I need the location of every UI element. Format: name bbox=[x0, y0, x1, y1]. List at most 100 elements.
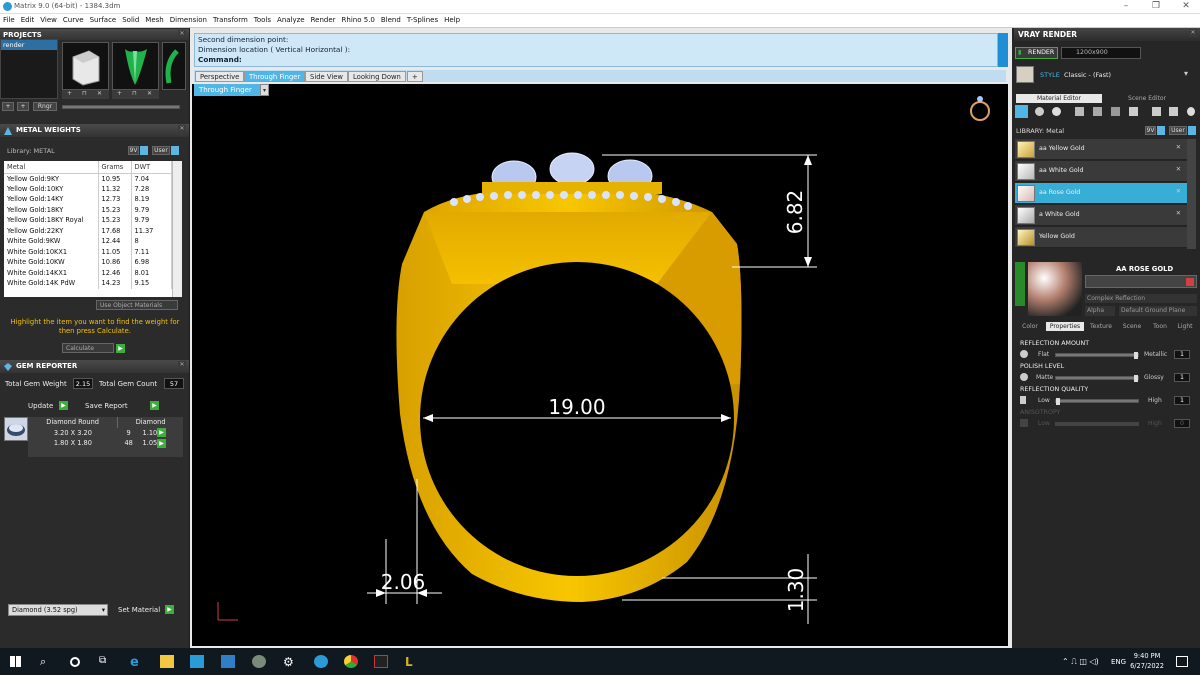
table-row[interactable]: Yellow Gold:10KY 11.32 7.28 bbox=[4, 183, 172, 194]
task-view-icon[interactable]: ⧉ bbox=[99, 655, 113, 668]
reflection-quality-slider[interactable] bbox=[1055, 398, 1139, 405]
menu-blend[interactable]: Blend bbox=[378, 14, 404, 24]
mail-icon[interactable] bbox=[221, 655, 235, 668]
search-icon[interactable]: ⌕ bbox=[40, 655, 54, 668]
info-icon[interactable] bbox=[171, 146, 179, 155]
minimize-icon[interactable]: – bbox=[1118, 1, 1134, 11]
menu-curve[interactable]: Curve bbox=[60, 14, 87, 24]
library-user[interactable]: User bbox=[152, 146, 170, 155]
reset-icon[interactable] bbox=[1186, 278, 1194, 286]
row-play-icon[interactable]: ▶ bbox=[157, 428, 166, 437]
menu-file[interactable]: File bbox=[0, 14, 18, 24]
close-icon[interactable]: ✕ bbox=[1189, 29, 1197, 37]
close-icon[interactable]: ✕ bbox=[1178, 1, 1194, 11]
menu-transform[interactable]: Transform bbox=[210, 14, 251, 24]
style-value[interactable]: Classic - (Fast) bbox=[1064, 71, 1111, 79]
brush-icon[interactable] bbox=[1015, 105, 1028, 118]
project-thumb-1[interactable] bbox=[62, 42, 109, 90]
grid-icon[interactable] bbox=[1093, 107, 1102, 116]
table-row[interactable]: White Gold:14KX1 12.46 8.01 bbox=[4, 267, 172, 278]
col-diamond-round[interactable]: Diamond Round bbox=[28, 417, 119, 428]
table-row[interactable]: Yellow Gold:22KY 17.68 11.37 bbox=[4, 225, 172, 236]
tab-color[interactable]: Color bbox=[1015, 322, 1045, 331]
table-row[interactable]: White Gold:9KW 12.44 8 bbox=[4, 236, 172, 247]
menu-surface[interactable]: Surface bbox=[87, 14, 120, 24]
menu-tools[interactable]: Tools bbox=[251, 14, 274, 24]
resolution-select[interactable]: 1200x900 bbox=[1061, 47, 1141, 59]
save-report-play-icon[interactable]: ▶ bbox=[150, 401, 159, 410]
menu-tsplines[interactable]: T-Splines bbox=[404, 14, 441, 24]
clock-time[interactable]: 9:40 PM bbox=[1130, 652, 1164, 660]
edge-icon[interactable]: e bbox=[130, 655, 144, 670]
command-scrollbar[interactable] bbox=[998, 33, 1008, 67]
texture-icon[interactable] bbox=[1075, 107, 1084, 116]
menu-edit[interactable]: Edit bbox=[18, 14, 38, 24]
command-prompt[interactable]: Command: bbox=[198, 55, 994, 65]
table-row[interactable]: White Gold:10KX1 11.05 7.11 bbox=[4, 246, 172, 257]
file-explorer-icon[interactable] bbox=[160, 655, 174, 668]
project-thumb-2[interactable] bbox=[112, 42, 159, 90]
lock-icon[interactable]: ⊓ bbox=[127, 90, 142, 97]
clock-date[interactable]: 6/27/2022 bbox=[1130, 662, 1164, 670]
play-icon[interactable]: ▶ bbox=[116, 344, 125, 353]
thumb-scrollbar[interactable] bbox=[62, 105, 180, 109]
render-button[interactable]: ▮ RENDER bbox=[1015, 47, 1058, 59]
info-icon[interactable] bbox=[1188, 126, 1196, 135]
chevron-down-icon[interactable]: ▾ bbox=[1184, 69, 1188, 78]
material-select[interactable]: Diamond (3.52 spg) ▾ bbox=[8, 604, 108, 616]
command-box[interactable]: Second dimension point: Dimension locati… bbox=[194, 33, 998, 67]
store-icon[interactable] bbox=[190, 655, 204, 668]
matrix-app-icon[interactable] bbox=[314, 655, 328, 668]
use-object-materials[interactable]: Use Object Materials bbox=[96, 300, 178, 310]
row-play-icon[interactable]: ▶ bbox=[157, 439, 166, 448]
lock-icon[interactable]: ⊓ bbox=[77, 90, 92, 97]
update-play-icon[interactable]: ▶ bbox=[59, 401, 68, 410]
material-item[interactable]: Yellow Gold bbox=[1015, 227, 1187, 248]
menu-view[interactable]: View bbox=[37, 14, 60, 24]
close-icon[interactable]: ✕ bbox=[92, 90, 107, 97]
calculate-button[interactable]: Calculate bbox=[62, 343, 114, 353]
tab-light[interactable]: Light bbox=[1174, 322, 1196, 331]
tab-through-finger[interactable]: Through Finger bbox=[244, 71, 306, 82]
alpha-toggle[interactable]: Alpha bbox=[1085, 306, 1115, 316]
menu-mesh[interactable]: Mesh bbox=[142, 14, 166, 24]
gem-icon[interactable] bbox=[1035, 107, 1044, 116]
chrome-icon[interactable] bbox=[344, 655, 358, 668]
tab-toon[interactable]: Toon bbox=[1147, 322, 1173, 331]
settings-icon[interactable]: ⚙ bbox=[283, 655, 297, 669]
tab-scene-editor[interactable]: Scene Editor bbox=[1104, 94, 1190, 103]
close-icon[interactable]: ✕ bbox=[142, 90, 157, 97]
export-icon[interactable] bbox=[1169, 107, 1178, 116]
col-metal[interactable]: Metal bbox=[4, 161, 99, 174]
close-icon[interactable]: ✕ bbox=[178, 125, 186, 133]
tray-icons[interactable]: ⌃ ⎍ ◫ ◁) bbox=[1062, 657, 1099, 667]
light-icon[interactable] bbox=[1187, 107, 1195, 116]
set-material-label[interactable]: Set Material bbox=[118, 606, 160, 614]
material-item[interactable]: aa White Gold ✕ bbox=[1015, 161, 1187, 182]
tab-texture[interactable]: Texture bbox=[1085, 322, 1117, 331]
menu-analyze[interactable]: Analyze bbox=[274, 14, 308, 24]
app-icon[interactable] bbox=[374, 655, 388, 668]
table-row[interactable]: White Gold:10KW 10.86 6.98 bbox=[4, 257, 172, 268]
tab-perspective[interactable]: Perspective bbox=[195, 71, 245, 82]
app-icon[interactable]: L bbox=[405, 655, 419, 669]
material-item[interactable]: a White Gold ✕ bbox=[1015, 205, 1187, 226]
update-label[interactable]: Update bbox=[28, 402, 53, 410]
tab-properties[interactable]: Properties bbox=[1046, 322, 1084, 331]
table-row[interactable]: Yellow Gold:18KY Royal 15.23 9.79 bbox=[4, 215, 172, 226]
add-tab-button[interactable]: + bbox=[407, 71, 423, 82]
table-row[interactable]: Yellow Gold:9KY 10.95 7.04 bbox=[4, 173, 172, 184]
col-dwt[interactable]: DWT bbox=[131, 161, 172, 174]
menu-help[interactable]: Help bbox=[441, 14, 463, 24]
metal-table-scrollbar[interactable] bbox=[172, 161, 182, 297]
set-material-play-icon[interactable]: ▶ bbox=[165, 605, 174, 614]
add-layer-button[interactable]: + bbox=[17, 102, 29, 111]
save-report-label[interactable]: Save Report bbox=[85, 402, 128, 410]
viewport-canvas[interactable]: 6.82 19.00 2.06 1.30 bbox=[192, 84, 1008, 646]
material-item[interactable]: aa Yellow Gold ✕ bbox=[1015, 139, 1187, 160]
vray-library-9v[interactable]: 9V bbox=[1145, 126, 1156, 135]
menu-render[interactable]: Render bbox=[308, 14, 339, 24]
menu-solid[interactable]: Solid bbox=[119, 14, 142, 24]
project-list[interactable]: render bbox=[0, 39, 58, 99]
preview-side-button[interactable] bbox=[1015, 262, 1025, 306]
